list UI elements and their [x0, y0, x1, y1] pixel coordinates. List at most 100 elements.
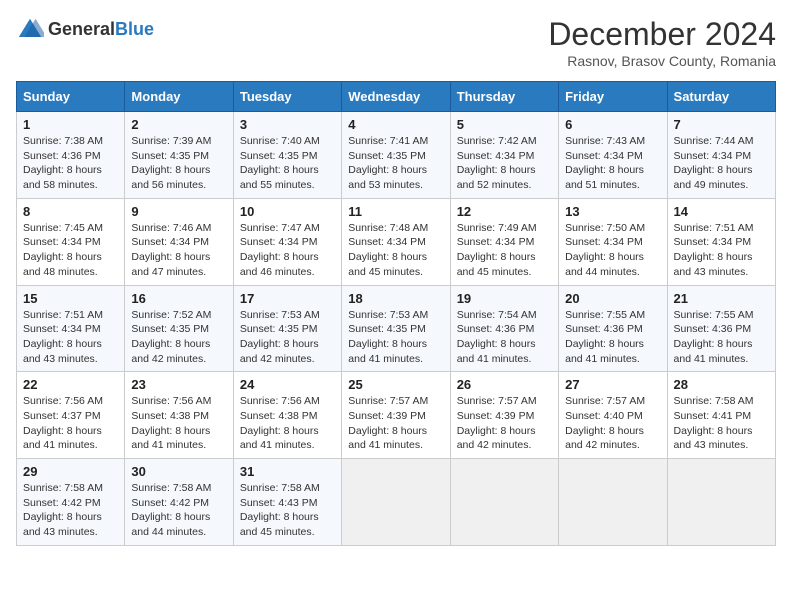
calendar-week-row: 29 Sunrise: 7:58 AM Sunset: 4:42 PM Dayl… — [17, 459, 776, 546]
logo-general: General — [48, 19, 115, 39]
location-subtitle: Rasnov, Brasov County, Romania — [548, 53, 776, 69]
day-info: Sunrise: 7:56 AM Sunset: 4:38 PM Dayligh… — [131, 394, 226, 453]
day-info: Sunrise: 7:46 AM Sunset: 4:34 PM Dayligh… — [131, 221, 226, 280]
title-block: December 2024 Rasnov, Brasov County, Rom… — [548, 16, 776, 69]
day-of-week-header: Tuesday — [233, 82, 341, 112]
day-number: 19 — [457, 291, 552, 306]
calendar-day-cell: 8 Sunrise: 7:45 AM Sunset: 4:34 PM Dayli… — [17, 198, 125, 285]
day-number: 27 — [565, 377, 660, 392]
day-info: Sunrise: 7:40 AM Sunset: 4:35 PM Dayligh… — [240, 134, 335, 193]
day-number: 29 — [23, 464, 118, 479]
logo-text: GeneralBlue — [48, 20, 154, 40]
day-number: 22 — [23, 377, 118, 392]
calendar-day-cell: 27 Sunrise: 7:57 AM Sunset: 4:40 PM Dayl… — [559, 372, 667, 459]
calendar-day-cell — [450, 459, 558, 546]
day-info: Sunrise: 7:48 AM Sunset: 4:34 PM Dayligh… — [348, 221, 443, 280]
calendar-day-cell: 18 Sunrise: 7:53 AM Sunset: 4:35 PM Dayl… — [342, 285, 450, 372]
calendar-day-cell: 14 Sunrise: 7:51 AM Sunset: 4:34 PM Dayl… — [667, 198, 775, 285]
calendar-day-cell: 23 Sunrise: 7:56 AM Sunset: 4:38 PM Dayl… — [125, 372, 233, 459]
calendar-day-cell: 29 Sunrise: 7:58 AM Sunset: 4:42 PM Dayl… — [17, 459, 125, 546]
calendar-day-cell: 22 Sunrise: 7:56 AM Sunset: 4:37 PM Dayl… — [17, 372, 125, 459]
calendar-week-row: 22 Sunrise: 7:56 AM Sunset: 4:37 PM Dayl… — [17, 372, 776, 459]
day-info: Sunrise: 7:56 AM Sunset: 4:37 PM Dayligh… — [23, 394, 118, 453]
day-info: Sunrise: 7:49 AM Sunset: 4:34 PM Dayligh… — [457, 221, 552, 280]
calendar-day-cell: 16 Sunrise: 7:52 AM Sunset: 4:35 PM Dayl… — [125, 285, 233, 372]
day-number: 25 — [348, 377, 443, 392]
calendar-day-cell: 7 Sunrise: 7:44 AM Sunset: 4:34 PM Dayli… — [667, 112, 775, 199]
calendar-day-cell: 17 Sunrise: 7:53 AM Sunset: 4:35 PM Dayl… — [233, 285, 341, 372]
day-number: 26 — [457, 377, 552, 392]
day-number: 13 — [565, 204, 660, 219]
day-info: Sunrise: 7:55 AM Sunset: 4:36 PM Dayligh… — [565, 308, 660, 367]
day-number: 16 — [131, 291, 226, 306]
day-of-week-header: Sunday — [17, 82, 125, 112]
day-info: Sunrise: 7:45 AM Sunset: 4:34 PM Dayligh… — [23, 221, 118, 280]
day-of-week-header: Friday — [559, 82, 667, 112]
calendar-day-cell: 12 Sunrise: 7:49 AM Sunset: 4:34 PM Dayl… — [450, 198, 558, 285]
calendar-day-cell — [559, 459, 667, 546]
calendar-header-row: SundayMondayTuesdayWednesdayThursdayFrid… — [17, 82, 776, 112]
logo-icon — [16, 16, 44, 44]
calendar-day-cell — [667, 459, 775, 546]
day-number: 8 — [23, 204, 118, 219]
day-info: Sunrise: 7:38 AM Sunset: 4:36 PM Dayligh… — [23, 134, 118, 193]
calendar-day-cell: 25 Sunrise: 7:57 AM Sunset: 4:39 PM Dayl… — [342, 372, 450, 459]
calendar-week-row: 15 Sunrise: 7:51 AM Sunset: 4:34 PM Dayl… — [17, 285, 776, 372]
day-number: 14 — [674, 204, 769, 219]
day-number: 20 — [565, 291, 660, 306]
day-info: Sunrise: 7:58 AM Sunset: 4:41 PM Dayligh… — [674, 394, 769, 453]
day-info: Sunrise: 7:53 AM Sunset: 4:35 PM Dayligh… — [240, 308, 335, 367]
calendar-day-cell: 21 Sunrise: 7:55 AM Sunset: 4:36 PM Dayl… — [667, 285, 775, 372]
day-info: Sunrise: 7:43 AM Sunset: 4:34 PM Dayligh… — [565, 134, 660, 193]
day-info: Sunrise: 7:54 AM Sunset: 4:36 PM Dayligh… — [457, 308, 552, 367]
page-header: GeneralBlue December 2024 Rasnov, Brasov… — [16, 16, 776, 69]
day-number: 15 — [23, 291, 118, 306]
day-number: 24 — [240, 377, 335, 392]
day-of-week-header: Monday — [125, 82, 233, 112]
day-info: Sunrise: 7:57 AM Sunset: 4:39 PM Dayligh… — [457, 394, 552, 453]
day-info: Sunrise: 7:41 AM Sunset: 4:35 PM Dayligh… — [348, 134, 443, 193]
day-of-week-header: Thursday — [450, 82, 558, 112]
day-info: Sunrise: 7:44 AM Sunset: 4:34 PM Dayligh… — [674, 134, 769, 193]
day-number: 21 — [674, 291, 769, 306]
calendar-day-cell: 31 Sunrise: 7:58 AM Sunset: 4:43 PM Dayl… — [233, 459, 341, 546]
day-info: Sunrise: 7:57 AM Sunset: 4:39 PM Dayligh… — [348, 394, 443, 453]
calendar-day-cell: 4 Sunrise: 7:41 AM Sunset: 4:35 PM Dayli… — [342, 112, 450, 199]
logo: GeneralBlue — [16, 16, 154, 44]
calendar-day-cell: 5 Sunrise: 7:42 AM Sunset: 4:34 PM Dayli… — [450, 112, 558, 199]
day-number: 30 — [131, 464, 226, 479]
day-info: Sunrise: 7:58 AM Sunset: 4:42 PM Dayligh… — [23, 481, 118, 540]
calendar-day-cell: 20 Sunrise: 7:55 AM Sunset: 4:36 PM Dayl… — [559, 285, 667, 372]
day-number: 31 — [240, 464, 335, 479]
calendar-day-cell: 11 Sunrise: 7:48 AM Sunset: 4:34 PM Dayl… — [342, 198, 450, 285]
day-number: 10 — [240, 204, 335, 219]
calendar-day-cell: 13 Sunrise: 7:50 AM Sunset: 4:34 PM Dayl… — [559, 198, 667, 285]
calendar-table: SundayMondayTuesdayWednesdayThursdayFrid… — [16, 81, 776, 546]
calendar-day-cell: 10 Sunrise: 7:47 AM Sunset: 4:34 PM Dayl… — [233, 198, 341, 285]
day-number: 6 — [565, 117, 660, 132]
day-info: Sunrise: 7:57 AM Sunset: 4:40 PM Dayligh… — [565, 394, 660, 453]
calendar-day-cell — [342, 459, 450, 546]
day-info: Sunrise: 7:51 AM Sunset: 4:34 PM Dayligh… — [674, 221, 769, 280]
day-info: Sunrise: 7:52 AM Sunset: 4:35 PM Dayligh… — [131, 308, 226, 367]
day-number: 11 — [348, 204, 443, 219]
logo-blue: Blue — [115, 19, 154, 39]
day-number: 2 — [131, 117, 226, 132]
day-number: 4 — [348, 117, 443, 132]
calendar-day-cell: 6 Sunrise: 7:43 AM Sunset: 4:34 PM Dayli… — [559, 112, 667, 199]
day-info: Sunrise: 7:47 AM Sunset: 4:34 PM Dayligh… — [240, 221, 335, 280]
day-info: Sunrise: 7:50 AM Sunset: 4:34 PM Dayligh… — [565, 221, 660, 280]
day-info: Sunrise: 7:53 AM Sunset: 4:35 PM Dayligh… — [348, 308, 443, 367]
day-number: 18 — [348, 291, 443, 306]
calendar-day-cell: 1 Sunrise: 7:38 AM Sunset: 4:36 PM Dayli… — [17, 112, 125, 199]
day-number: 28 — [674, 377, 769, 392]
day-number: 7 — [674, 117, 769, 132]
calendar-week-row: 8 Sunrise: 7:45 AM Sunset: 4:34 PM Dayli… — [17, 198, 776, 285]
day-number: 12 — [457, 204, 552, 219]
day-info: Sunrise: 7:39 AM Sunset: 4:35 PM Dayligh… — [131, 134, 226, 193]
day-number: 3 — [240, 117, 335, 132]
day-number: 23 — [131, 377, 226, 392]
calendar-day-cell: 30 Sunrise: 7:58 AM Sunset: 4:42 PM Dayl… — [125, 459, 233, 546]
day-info: Sunrise: 7:58 AM Sunset: 4:43 PM Dayligh… — [240, 481, 335, 540]
calendar-day-cell: 15 Sunrise: 7:51 AM Sunset: 4:34 PM Dayl… — [17, 285, 125, 372]
